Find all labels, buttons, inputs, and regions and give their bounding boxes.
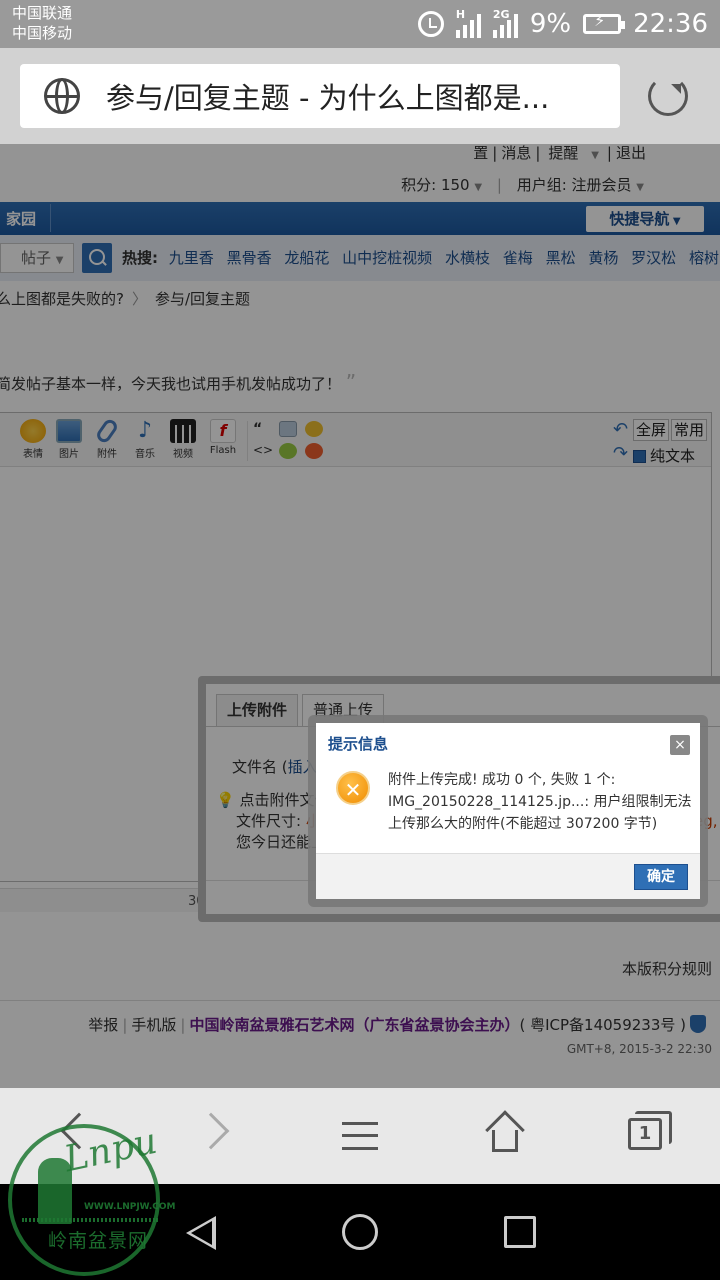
watermark-name: 岭南盆景网 [48,1230,149,1252]
home-icon[interactable] [484,1110,526,1154]
system-recents-icon[interactable] [504,1216,536,1248]
site-watermark-logo: Lnpu WWW.LNPJW.COM 岭南盆景网 [4,1120,176,1280]
dialog-title: 提示信息 [328,735,389,753]
browser-address-bar: 参与/回复主题 - 为什么上图都是... [0,48,720,144]
page-title: 参与/回复主题 - 为什么上图都是... [106,81,550,115]
watermark-band [22,1218,158,1222]
battery-percent: 9% [529,9,572,39]
watermark-url: WWW.LNPJW.COM [84,1202,176,1212]
dialog-message: 附件上传完成! 成功 0 个, 失败 1 个: IMG_20150228_114… [388,772,692,832]
status-bar: 中国联通 中国移动 H 2G 9% 22:36 [0,0,720,48]
bonsai-icon [38,1158,72,1224]
network-type-2: 2G [492,8,510,21]
signal-icon-2: 2G [492,8,518,38]
system-back-icon[interactable] [186,1216,216,1250]
url-field[interactable]: 参与/回复主题 - 为什么上图都是... [20,64,620,128]
modal-overlay [0,144,720,1088]
error-icon: ✕ [336,771,370,805]
globe-icon [44,78,80,114]
status-icons: H 2G 9% 22:36 [417,0,708,48]
dialog-footer: 确定 [316,853,700,899]
carrier-names: 中国联通 中国移动 [12,3,72,43]
close-icon[interactable]: × [670,735,690,755]
carrier-2: 中国移动 [12,24,73,42]
confirm-button[interactable]: 确定 [634,864,688,890]
network-type-1: H [455,8,466,21]
signal-icon-1: H [455,8,481,38]
tabs-icon[interactable]: 1 [628,1111,672,1150]
carrier-1: 中国联通 [12,4,73,22]
alarm-icon [417,11,444,37]
forward-arrow-icon[interactable] [192,1112,230,1150]
menu-icon[interactable] [342,1122,378,1150]
alert-dialog: 提示信息 × ✕ 附件上传完成! 成功 0 个, 失败 1 个: IMG_201… [316,723,700,899]
system-home-icon[interactable] [342,1214,378,1250]
web-page: 置 | 消息 | 提醒 ▼ | 退出 积分: 150 ▼ | 用户组: 注册会员 ▼ 家园 … [0,144,720,1088]
battery-charging-icon [583,11,626,34]
reload-icon[interactable] [648,76,688,116]
clock: 22:36 [633,9,708,39]
